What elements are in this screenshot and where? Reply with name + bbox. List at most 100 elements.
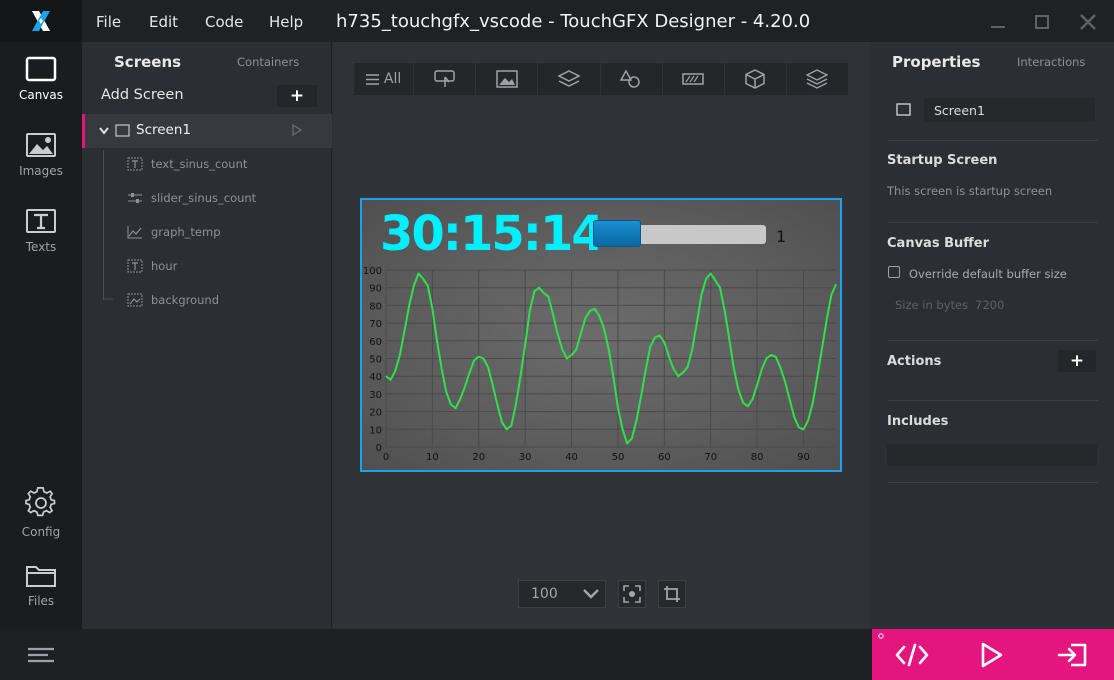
filter-image-button[interactable] bbox=[476, 63, 539, 95]
filter-layers-button[interactable] bbox=[787, 63, 848, 95]
text-widget-icon bbox=[127, 259, 143, 273]
divider bbox=[888, 482, 1098, 483]
tree-item-graph-temp[interactable]: graph_temp bbox=[127, 222, 221, 242]
rail-files-button[interactable]: Files bbox=[0, 562, 82, 632]
maximize-button[interactable] bbox=[1028, 8, 1056, 36]
override-buffer-label: Override default buffer size bbox=[909, 267, 1067, 281]
filter-all-button[interactable]: All bbox=[354, 63, 415, 95]
y-tick-label: 10 bbox=[369, 425, 382, 436]
crop-button[interactable] bbox=[658, 580, 686, 608]
tree-item-hour[interactable]: hour bbox=[127, 256, 177, 276]
run-simulator-button[interactable] bbox=[952, 629, 1032, 680]
hour-text[interactable]: 30:15:14 bbox=[380, 206, 605, 262]
fit-to-screen-button[interactable] bbox=[618, 580, 646, 608]
canvas-buffer-title: Canvas Buffer bbox=[887, 236, 990, 251]
x-tick-label: 0 bbox=[383, 452, 389, 463]
graph-temp[interactable]: 0 10 20 30 40 50 60 70 80 90 100 0 10 20 30 40 50 60 70 80… bbox=[362, 262, 840, 472]
interaction-filter-icon bbox=[433, 70, 455, 87]
menu-code[interactable]: Code bbox=[205, 0, 243, 42]
run-target-icon bbox=[1057, 643, 1087, 666]
x-tick-label: 80 bbox=[751, 452, 764, 463]
screen-row-screen1[interactable]: Screen1 bbox=[82, 114, 332, 148]
texts-icon bbox=[26, 209, 56, 233]
list-icon bbox=[365, 73, 379, 85]
x-axis-labels: 0 10 20 30 40 50 60 70 80 90 bbox=[383, 452, 810, 463]
startup-screen-text: This screen is startup screen bbox=[887, 184, 1053, 198]
y-tick-label: 90 bbox=[369, 284, 382, 295]
minimize-button[interactable] bbox=[984, 8, 1012, 36]
add-action-button[interactable]: + bbox=[1058, 350, 1096, 372]
zoom-select[interactable]: 100 bbox=[518, 580, 606, 608]
progress-filter-icon bbox=[682, 73, 704, 85]
tree-branch bbox=[103, 298, 113, 300]
size-bytes-label: Size in bytes bbox=[895, 298, 969, 312]
tree-item-label: background bbox=[151, 293, 220, 307]
image-widget-icon bbox=[127, 293, 143, 307]
graph-widget-icon bbox=[127, 225, 143, 239]
tree-item-background[interactable]: background bbox=[127, 290, 219, 310]
y-tick-label: 50 bbox=[369, 355, 382, 366]
filter-container-button[interactable] bbox=[538, 63, 601, 95]
generate-code-button[interactable] bbox=[872, 629, 952, 680]
image-filter-icon bbox=[496, 70, 518, 88]
tree-item-slider-sinus-count[interactable]: slider_sinus_count bbox=[127, 188, 256, 208]
crop-icon bbox=[664, 586, 680, 602]
text-sinus-count[interactable]: 1 bbox=[776, 227, 786, 246]
close-button[interactable] bbox=[1074, 8, 1102, 36]
layers-filter-icon bbox=[806, 69, 829, 89]
x-tick-label: 90 bbox=[797, 452, 810, 463]
tab-containers[interactable]: Containers bbox=[237, 55, 299, 69]
x-tick-label: 20 bbox=[472, 452, 485, 463]
y-tick-label: 100 bbox=[363, 266, 382, 277]
includes-field[interactable] bbox=[887, 444, 1097, 466]
includes-title: Includes bbox=[887, 414, 949, 429]
menu-edit[interactable]: Edit bbox=[149, 0, 178, 42]
folder-icon bbox=[26, 566, 56, 587]
slider-widget-icon bbox=[127, 191, 143, 205]
menu-help[interactable]: Help bbox=[269, 0, 303, 42]
tab-screens[interactable]: Screens bbox=[114, 53, 181, 71]
filter-interaction-button[interactable] bbox=[414, 63, 477, 95]
filter-progress-button[interactable] bbox=[663, 63, 725, 95]
screen-preview[interactable]: 30:15:14 1 0 10 20 30 40 50 60 70 80 90 100 0 10 20 3… bbox=[360, 198, 842, 472]
x-tick-label: 70 bbox=[704, 452, 717, 463]
rail-texts-button[interactable]: Texts bbox=[0, 208, 82, 278]
menu-file[interactable]: File bbox=[96, 0, 121, 42]
y-axis-labels: 0 10 20 30 40 50 60 70 80 90 100 bbox=[363, 266, 382, 454]
screen-name: Screen1 bbox=[136, 122, 192, 138]
filter-all-label: All bbox=[383, 71, 402, 87]
tree-item-text-sinus-count[interactable]: text_sinus_count bbox=[127, 154, 247, 174]
hamburger-icon bbox=[28, 647, 54, 662]
run-target-button[interactable] bbox=[1032, 629, 1112, 680]
x-tick-label: 60 bbox=[658, 452, 671, 463]
tab-properties[interactable]: Properties bbox=[892, 53, 980, 71]
divider bbox=[888, 340, 1098, 341]
play-icon[interactable] bbox=[291, 123, 303, 137]
chevron-down-icon[interactable] bbox=[98, 125, 110, 137]
y-tick-label: 30 bbox=[369, 390, 382, 401]
tree-item-label: slider_sinus_count bbox=[151, 191, 257, 205]
maximize-icon bbox=[1035, 15, 1049, 29]
screen-name-input[interactable]: Screen1 bbox=[924, 98, 1095, 122]
tab-interactions[interactable]: Interactions bbox=[1017, 55, 1085, 69]
actions-title: Actions bbox=[887, 354, 942, 369]
add-screen-button[interactable]: + bbox=[277, 85, 317, 107]
screens-panel: Screens Containers Add Screen + Screen1 … bbox=[82, 42, 332, 629]
filter-3d-button[interactable] bbox=[725, 63, 787, 95]
canvas-area: All 30:15:14 1 0 10 20 30 40 50 60 70 80 9 bbox=[333, 42, 871, 629]
rail-canvas-button[interactable]: Canvas bbox=[0, 56, 82, 126]
y-tick-label: 0 bbox=[376, 443, 382, 454]
slider-handle[interactable] bbox=[593, 220, 641, 247]
text-widget-icon bbox=[127, 157, 143, 171]
x-tick-label: 30 bbox=[519, 452, 532, 463]
log-toggle-button[interactable] bbox=[0, 629, 82, 680]
window-title: h735_touchgfx_vscode - TouchGFX Designer… bbox=[336, 11, 811, 32]
rail-images-button[interactable]: Images bbox=[0, 132, 82, 202]
rail-config-button[interactable]: Config bbox=[0, 487, 82, 557]
x-tick-label: 10 bbox=[426, 452, 439, 463]
size-bytes-value: 7200 bbox=[975, 298, 1005, 312]
filter-shapes-button[interactable] bbox=[601, 63, 663, 95]
divider bbox=[888, 400, 1098, 401]
touchgfx-logo-icon bbox=[32, 11, 50, 31]
override-buffer-checkbox[interactable] bbox=[888, 266, 900, 278]
